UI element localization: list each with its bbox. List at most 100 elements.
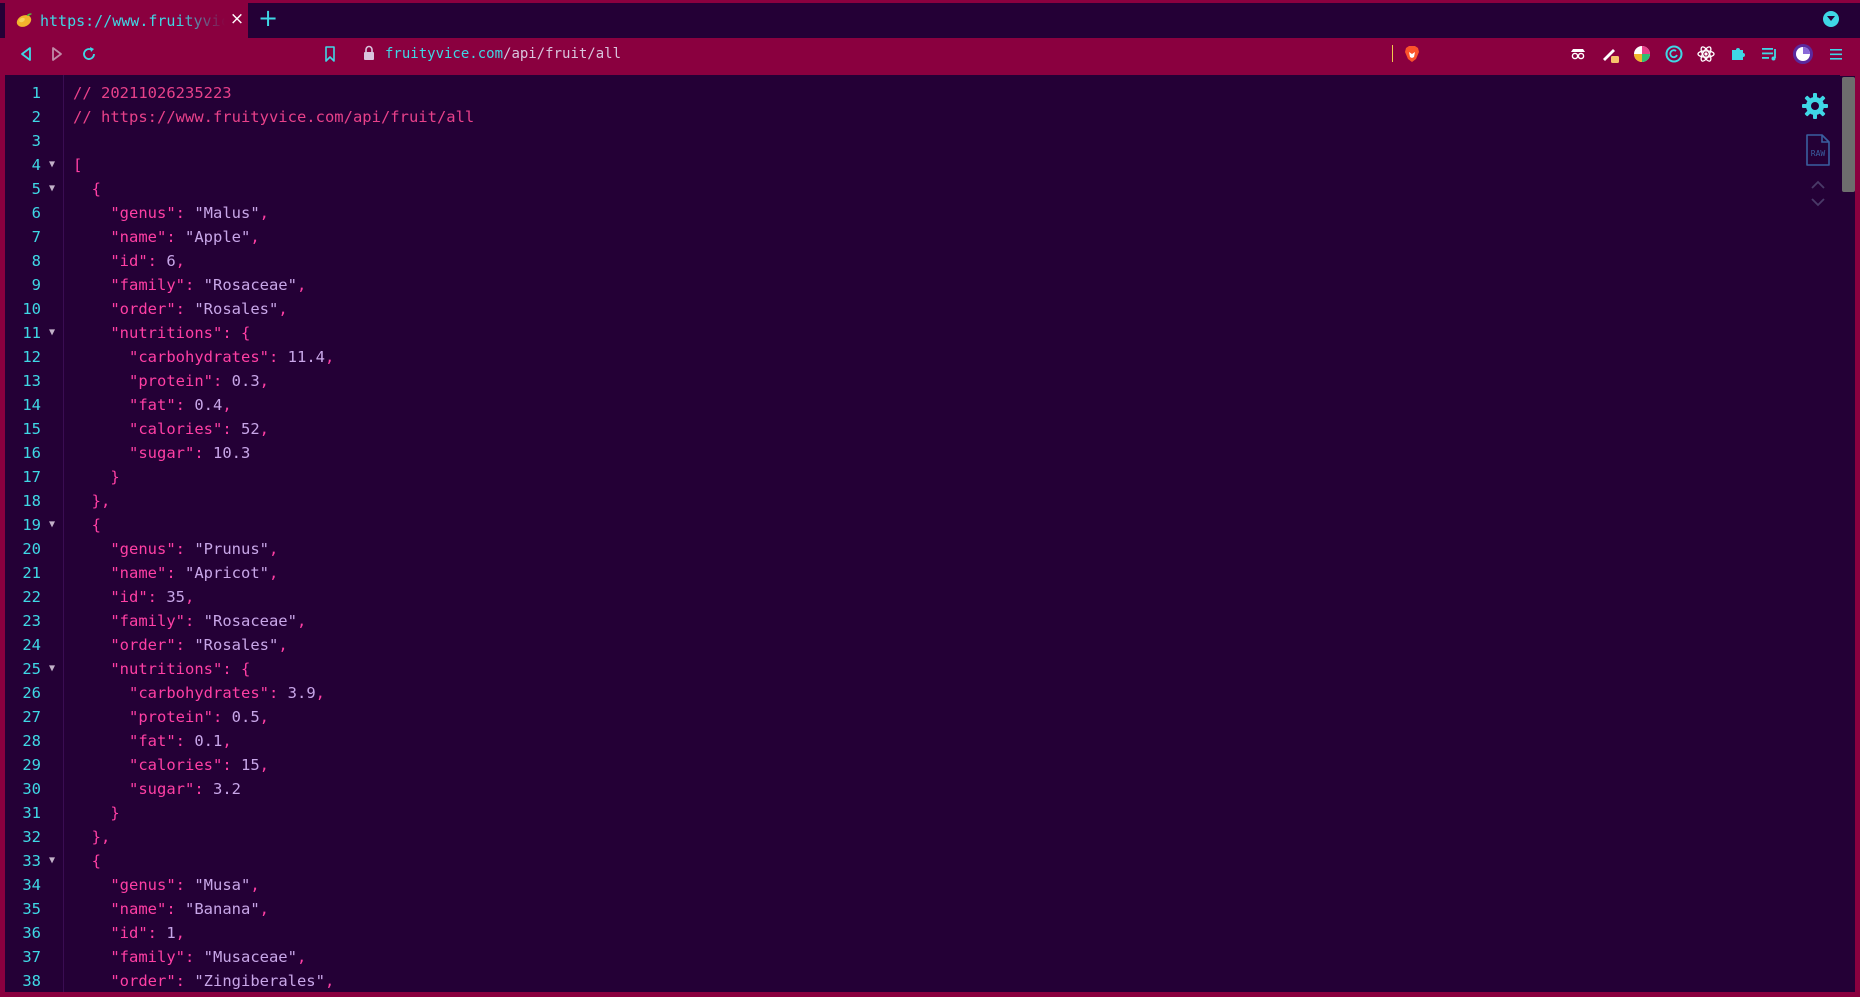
extension-react-devtools[interactable] [1696, 44, 1716, 64]
address-bar[interactable]: fruityvice.com/api/fruit/all [385, 44, 621, 64]
back-button[interactable] [16, 44, 36, 64]
code-token: { [73, 516, 101, 534]
code-token: 11.4 [287, 348, 325, 366]
fold-toggle-icon[interactable]: ▼ [46, 153, 58, 177]
code-token: , [315, 684, 325, 702]
code-token: : [147, 588, 167, 606]
line-number: 6 [31, 204, 41, 222]
extension-pen[interactable] [1600, 44, 1620, 64]
code-token: "Rosaceae" [203, 612, 297, 630]
active-tab[interactable]: https://www.fruityvice.com/api/fruit/all… [5, 3, 248, 38]
code-token: "family" [110, 612, 185, 630]
code-token: "Musa" [194, 876, 251, 894]
code-text: "family": "Musaceae", [73, 945, 306, 969]
code-line: 25 ▼ "nutritions": { [5, 657, 1785, 681]
code-line: 17 } [5, 465, 1785, 489]
media-playlist-button[interactable] [1760, 44, 1780, 64]
url-text[interactable]: fruityvice.com/api/fruit/all [385, 46, 621, 62]
fold-toggle-icon[interactable]: ▼ [46, 321, 58, 345]
code-token: { [73, 180, 101, 198]
code-token: , [296, 276, 307, 294]
extensions-button[interactable] [1728, 44, 1748, 64]
code-text: "id": 6, [73, 249, 185, 273]
code-token: "nutritions" [110, 660, 223, 678]
extension-spy[interactable] [1568, 44, 1588, 64]
code-line: 31 } [5, 801, 1785, 825]
code-token: // 20211026235223 [73, 84, 232, 102]
code-token: "Banana" [185, 900, 260, 918]
mango-icon [16, 13, 32, 27]
scrollbar-thumb[interactable] [1842, 77, 1855, 192]
reload-button[interactable] [79, 44, 99, 64]
fold-toggle-icon[interactable]: ▼ [46, 849, 58, 873]
code-token: }, [73, 492, 111, 510]
new-tab-button[interactable]: + [258, 6, 278, 30]
profile-button[interactable] [1792, 43, 1814, 65]
code-token: : [175, 300, 195, 318]
code-token: , [278, 636, 288, 654]
close-tab-icon[interactable]: × [229, 11, 245, 28]
tab-list-dropdown-icon[interactable] [1823, 11, 1839, 27]
code-token: , [250, 876, 260, 894]
code-text: "name": "Apricot", [73, 561, 278, 585]
code-token: "Zingiberales" [194, 972, 325, 990]
line-number: 31 [22, 804, 41, 822]
code-token: "order" [110, 300, 176, 318]
main-menu-button[interactable] [1826, 44, 1846, 64]
line-number: 19 [22, 516, 41, 534]
code-line: 34 "genus": "Musa", [5, 873, 1785, 897]
fold-toggle-icon[interactable]: ▼ [46, 657, 58, 681]
fold-toggle-icon[interactable]: ▼ [46, 177, 58, 201]
expand-down-icon[interactable] [1810, 196, 1826, 208]
line-number: 30 [22, 780, 41, 798]
line-number: 18 [22, 492, 41, 510]
code-token: "genus" [110, 876, 176, 894]
line-number: 37 [22, 948, 41, 966]
code-line: 37 "family": "Musaceae", [5, 945, 1785, 969]
code-token: "order" [110, 972, 176, 990]
code-line: 26 "carbohydrates": 3.9, [5, 681, 1785, 705]
code-text: "nutritions": { [73, 657, 250, 681]
bookmark-icon [325, 46, 335, 62]
code-token: "fat" [129, 396, 176, 414]
code-token: : { [222, 324, 251, 342]
code-line: 3 [5, 129, 1785, 153]
code-token: "id" [110, 252, 148, 270]
code-line: 12 "carbohydrates": 11.4, [5, 345, 1785, 369]
url-path: /api/fruit/all [503, 46, 622, 62]
collapse-up-icon[interactable] [1810, 179, 1826, 191]
code-token: 15 [241, 756, 260, 774]
forward-button[interactable] [47, 44, 67, 64]
vertical-scrollbar[interactable] [1840, 76, 1855, 992]
settings-gear-icon[interactable] [1800, 91, 1830, 121]
extension-color-wheel[interactable] [1632, 44, 1652, 64]
raw-view-icon[interactable]: RAW [1804, 133, 1832, 167]
code-token: : [222, 420, 241, 438]
code-line: 35 "name": "Banana", [5, 897, 1785, 921]
code-line: 22 "id": 35, [5, 585, 1785, 609]
fold-toggle-icon[interactable]: ▼ [46, 513, 58, 537]
code-token: "Rosales" [194, 300, 279, 318]
code-area[interactable]: 1 // 20211026235223 2 // https://www.fruity… [5, 81, 1785, 992]
code-line: 23 "family": "Rosaceae", [5, 609, 1785, 633]
extension-grammarly[interactable] [1664, 44, 1684, 64]
code-line: 18 }, [5, 489, 1785, 513]
code-line: 27 "protein": 0.5, [5, 705, 1785, 729]
brave-shields-button[interactable] [1402, 44, 1422, 64]
code-line: 21 "name": "Apricot", [5, 561, 1785, 585]
code-token: , [175, 924, 186, 942]
code-token: 3.9 [287, 684, 316, 702]
bookmark-button[interactable] [320, 44, 340, 64]
secure-lock-icon[interactable] [363, 45, 375, 61]
line-number: 21 [22, 564, 41, 582]
code-token: 3.2 [213, 780, 241, 798]
code-token: , [259, 204, 269, 222]
